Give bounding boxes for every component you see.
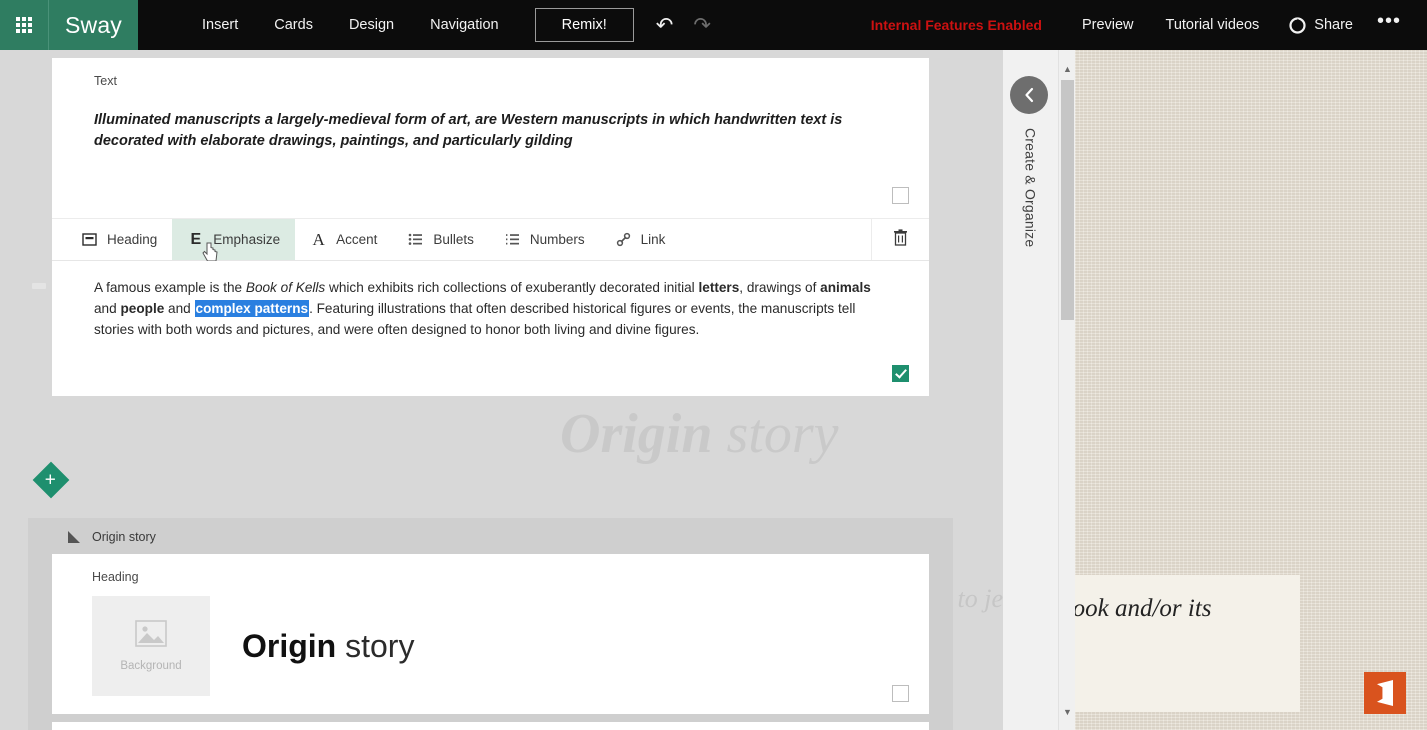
ghost-title-bold: Origin — [560, 403, 713, 465]
waffle-icon — [16, 17, 32, 33]
image-placeholder-icon — [135, 620, 167, 652]
share-label: Share — [1314, 17, 1353, 33]
redo-icon[interactable]: ↷ — [693, 15, 711, 36]
section-title: Origin story — [92, 530, 156, 544]
card-drag-handle[interactable] — [32, 283, 46, 289]
share-icon — [1289, 17, 1306, 34]
live-preview-pane[interactable]: ten designed to ook and/or its — [1075, 50, 1427, 730]
text-card-selected[interactable]: A famous example is the Book of Kells wh… — [52, 261, 929, 396]
remix-button[interactable]: Remix! — [535, 8, 634, 42]
ghost-title-rest: story — [713, 403, 839, 465]
para-bold-animals: animals — [820, 280, 871, 295]
format-link-label: Link — [641, 232, 666, 247]
rail-collapse-button[interactable] — [1010, 76, 1048, 114]
section-header[interactable]: Origin story — [28, 518, 953, 554]
format-emphasize-button[interactable]: E Emphasize — [172, 219, 295, 260]
heading-rest-part: story — [336, 628, 414, 664]
menu-item-navigation[interactable]: Navigation — [412, 11, 517, 39]
card-select-checkbox-checked[interactable] — [892, 365, 909, 382]
preview-button[interactable]: Preview — [1068, 11, 1148, 39]
format-heading-button[interactable]: Heading — [66, 219, 172, 260]
plus-icon: + — [45, 470, 56, 489]
create-organize-rail: Create & Organize — [1003, 50, 1058, 730]
chevron-left-icon — [1023, 87, 1036, 103]
text-card[interactable]: Text Illuminated manuscripts a largely-m… — [52, 58, 929, 218]
format-numbers-button[interactable]: Numbers — [489, 219, 600, 260]
format-accent-button[interactable]: A Accent — [295, 219, 392, 260]
history-controls: ↶ ↷ — [656, 15, 711, 36]
heading-card-checkbox[interactable] — [892, 685, 909, 702]
trash-icon — [893, 229, 908, 251]
format-numbers-label: Numbers — [530, 232, 585, 247]
text-card-selected-body[interactable]: A famous example is the Book of Kells wh… — [52, 261, 929, 340]
link-icon — [615, 231, 632, 248]
menu-item-insert[interactable]: Insert — [184, 11, 256, 39]
section-group: Origin story Heading Background — [28, 518, 953, 730]
format-emphasize-label: Emphasize — [213, 232, 280, 247]
brand-label: Sway — [65, 12, 122, 39]
card-type-label: Text — [52, 58, 929, 88]
para-part-1: A famous example is the — [94, 280, 246, 295]
background-image-placeholder[interactable]: Background — [92, 596, 210, 696]
para-part-2: which exhibits rich collections of exube… — [325, 280, 698, 295]
format-accent-label: Accent — [336, 232, 377, 247]
tutorial-videos-button[interactable]: Tutorial videos — [1152, 11, 1274, 39]
picture-card-label: Picture — [52, 722, 929, 730]
scrollbar-thumb[interactable] — [1061, 80, 1074, 320]
add-content-button[interactable]: + — [33, 462, 70, 499]
preview-text-card: ten designed to ook and/or its — [1075, 575, 1300, 712]
text-card-body[interactable]: Illuminated manuscripts a largely-mediev… — [52, 88, 929, 152]
background-placeholder-label: Background — [120, 660, 181, 672]
office-logo-glyph — [1377, 680, 1393, 706]
undo-icon[interactable]: ↶ — [656, 15, 674, 36]
numbered-list-icon — [504, 231, 521, 248]
scroll-down-arrow-icon[interactable]: ▼ — [1059, 703, 1076, 720]
internal-features-flag: Internal Features Enabled — [871, 17, 1042, 33]
ghost-preview-title: Origin story — [560, 402, 839, 466]
para-italic-booktitle: Book of Kells — [246, 280, 325, 295]
heading-text[interactable]: Origin story — [242, 628, 414, 665]
top-right-actions: Internal Features Enabled Preview Tutori… — [871, 11, 1427, 40]
heading-card-label: Heading — [52, 554, 929, 584]
heading-icon — [81, 231, 98, 248]
heading-card-row: Background Origin story — [52, 584, 929, 696]
main-menu: Insert Cards Design Navigation Remix! ↶ … — [184, 8, 711, 42]
office-logo — [1364, 672, 1406, 714]
menu-item-cards[interactable]: Cards — [256, 11, 331, 39]
overflow-menu-icon[interactable]: ••• — [1365, 15, 1413, 35]
heading-bold-part: Origin — [242, 628, 336, 664]
delete-card-button[interactable] — [871, 219, 929, 260]
preview-text: ten designed to ook and/or its — [1075, 591, 1315, 627]
emphasize-icon: E — [187, 231, 204, 248]
top-navigation-bar: Sway Insert Cards Design Navigation Remi… — [0, 0, 1427, 50]
picture-card[interactable]: Picture — [52, 722, 929, 730]
format-bullets-label: Bullets — [433, 232, 474, 247]
para-bold-people: people — [120, 301, 164, 316]
format-heading-label: Heading — [107, 232, 157, 247]
format-bullets-button[interactable]: Bullets — [392, 219, 489, 260]
text-selection-highlight[interactable]: complex patterns — [195, 300, 310, 317]
rail-label: Create & Organize — [1023, 128, 1039, 247]
storyline-workspace[interactable]: Origin story Text Illuminated manuscript… — [0, 50, 1075, 730]
para-bold-letters: letters — [698, 280, 739, 295]
collapse-triangle-icon[interactable] — [68, 531, 80, 543]
brand-home-button[interactable]: Sway — [48, 0, 138, 50]
sway-editor-window: Sway Insert Cards Design Navigation Remi… — [0, 0, 1427, 730]
heading-card[interactable]: Heading Background Origin s — [52, 554, 929, 714]
para-part-3: , drawings of — [739, 280, 820, 295]
bullet-list-icon — [407, 231, 424, 248]
accent-icon: A — [310, 231, 327, 248]
app-launcher-button[interactable] — [0, 0, 48, 50]
share-button[interactable]: Share — [1277, 11, 1365, 40]
para-part-5: and — [164, 301, 194, 316]
scroll-up-arrow-icon[interactable]: ▲ — [1059, 60, 1076, 77]
vertical-scrollbar[interactable]: ▲ ▼ — [1058, 50, 1075, 730]
card-select-checkbox[interactable] — [892, 187, 909, 204]
card-stack: Text Illuminated manuscripts a largely-m… — [28, 50, 953, 396]
text-format-toolbar: Heading E Emphasize A Accent — [52, 218, 929, 261]
menu-item-design[interactable]: Design — [331, 11, 412, 39]
format-link-button[interactable]: Link — [600, 219, 681, 260]
para-part-4: and — [94, 301, 120, 316]
